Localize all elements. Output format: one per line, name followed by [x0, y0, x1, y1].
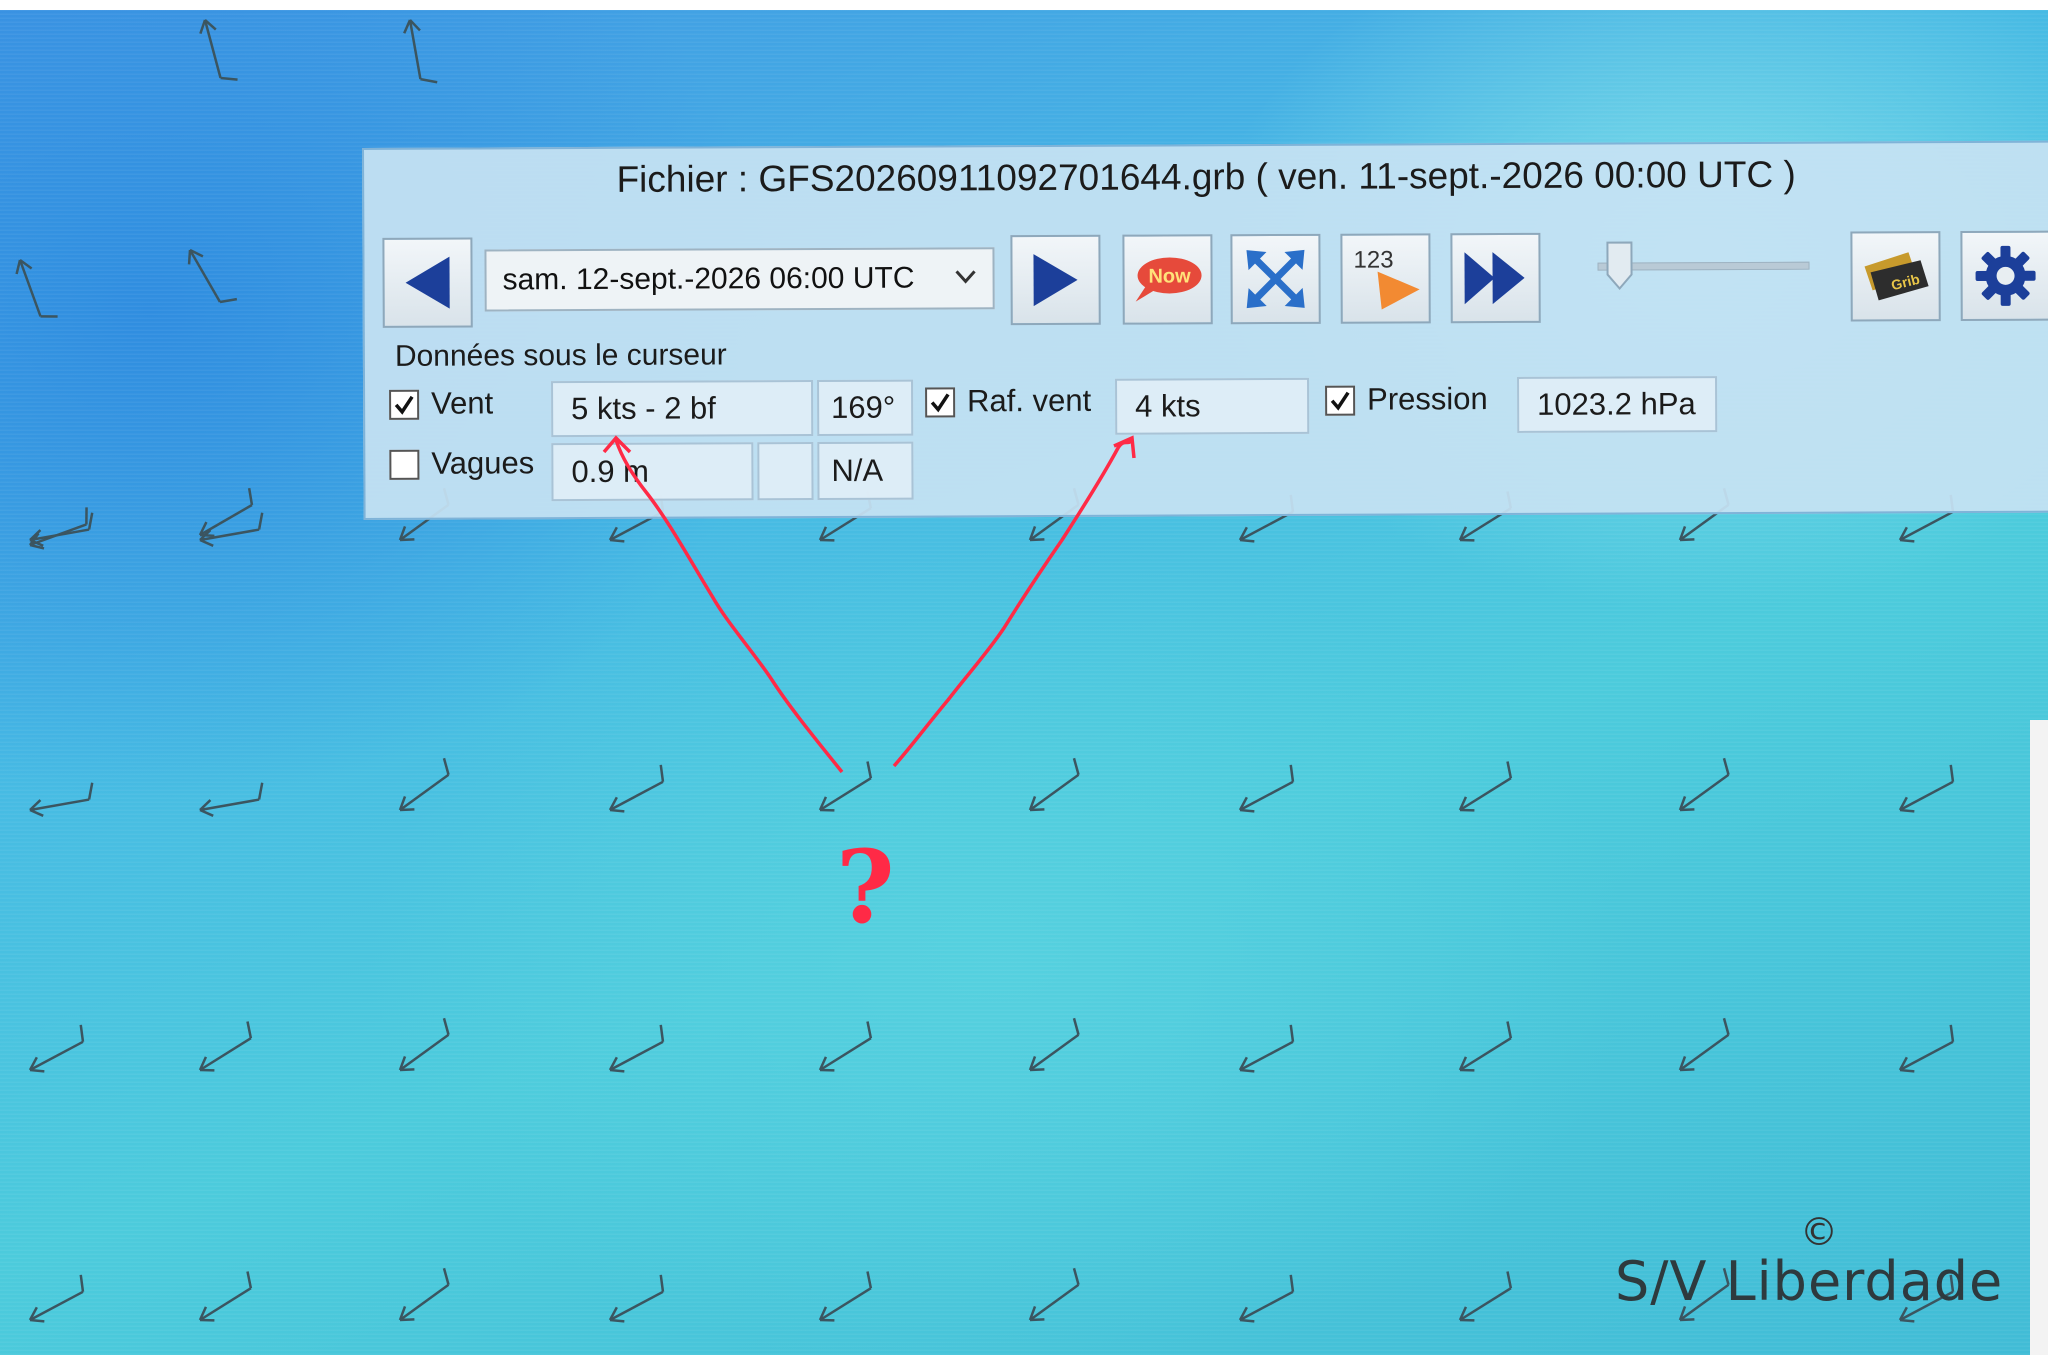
annotation-layer [602, 435, 1136, 774]
photo-stage: Fichier : GFS20260911092701644.grb ( ven… [0, 0, 2048, 1365]
right-annotation-arrow [892, 438, 1134, 768]
copyright-symbol: © [1800, 1210, 1838, 1254]
credit-watermark: S/V Liberdade [1615, 1250, 2004, 1313]
left-annotation-arrow [614, 439, 844, 774]
question-mark: ? [836, 828, 895, 946]
